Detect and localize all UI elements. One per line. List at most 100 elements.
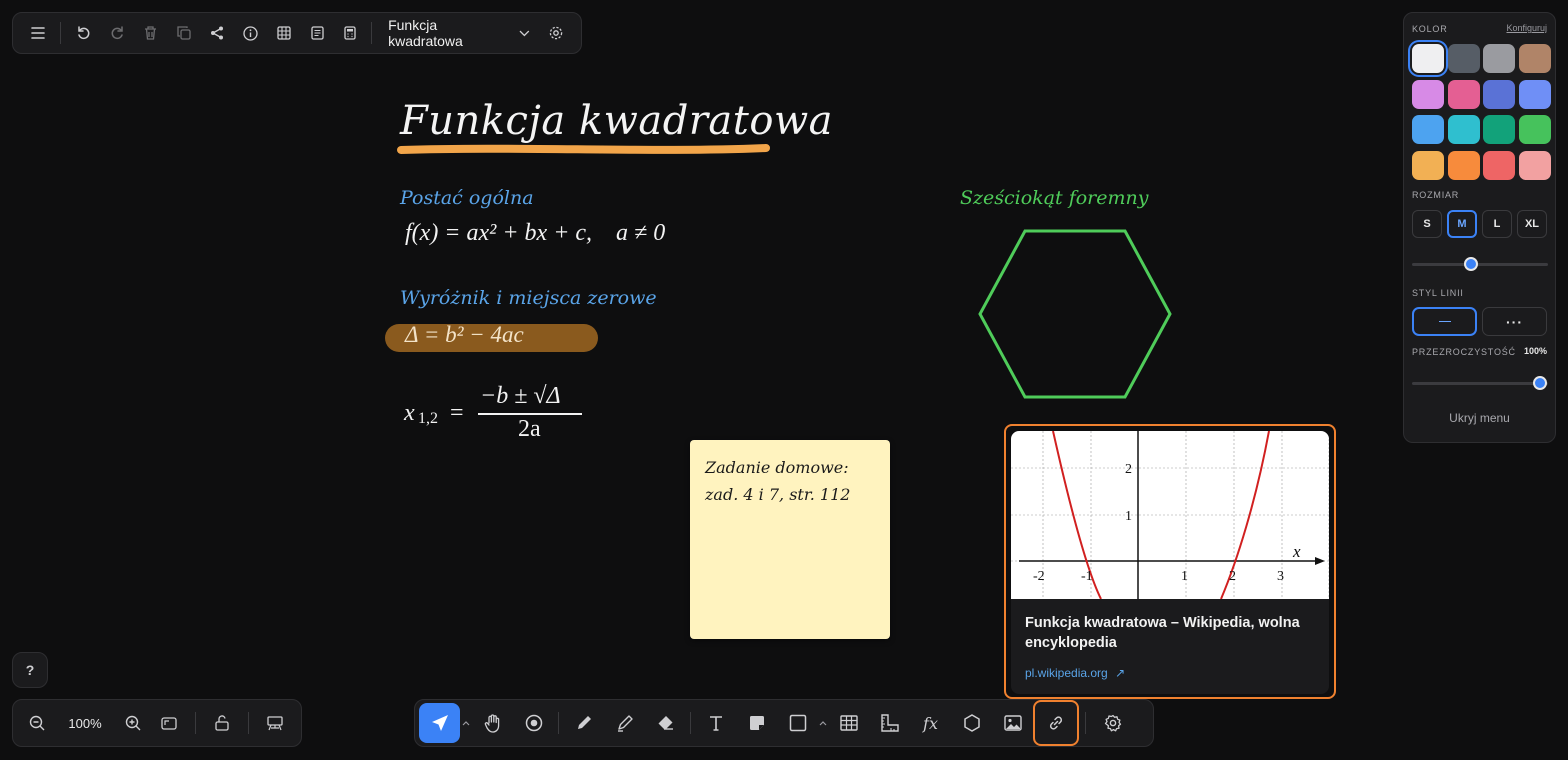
divider [195,712,196,734]
select-tool-button[interactable] [419,703,460,743]
color-swatch[interactable] [1412,44,1444,73]
table-icon[interactable] [828,703,869,743]
link-card-title: Funkcja kwadratowa – Wikipedia, wolna en… [1025,615,1300,651]
heading-general-form[interactable]: Postać ogólna [400,187,534,209]
fit-screen-icon[interactable] [151,705,187,741]
external-link-icon: ↗ [1115,666,1126,680]
help-label: ? [25,662,35,678]
zoom-out-icon[interactable] [19,705,55,741]
size-button-m[interactable]: M [1447,210,1477,238]
hexagon-shape[interactable] [975,228,1175,400]
redo-icon[interactable] [101,16,134,50]
settings-gear-icon[interactable] [1092,703,1133,743]
hand-pan-icon[interactable] [472,703,513,743]
size-button-s[interactable]: S [1412,210,1442,238]
unlock-icon[interactable] [204,705,240,741]
line-style-solid-button[interactable] [1412,307,1477,336]
graph-x-label-2: 2 [1229,569,1236,584]
zoom-in-icon[interactable] [115,705,151,741]
stroke-size-slider-knob[interactable] [1464,257,1478,271]
select-tool-chevron-icon[interactable] [460,720,472,726]
graph-y-label-2: 2 [1125,462,1132,477]
sticky-note[interactable]: Zadanie domowe: zad. 4 i 7, str. 112 [690,440,890,639]
grid-icon[interactable] [267,16,300,50]
board-title: Funkcja kwadratowa [388,17,463,49]
formula-fx-icon[interactable]: fx [910,703,951,743]
title-underline[interactable] [396,140,776,158]
board-settings-icon[interactable] [540,16,573,50]
color-swatch[interactable] [1447,115,1480,144]
opacity-slider[interactable] [1412,382,1548,385]
color-swatch[interactable] [1518,44,1551,73]
size-button-xl[interactable]: XL [1517,210,1547,238]
color-swatch[interactable] [1412,150,1444,180]
tools-toolbar: fx [414,699,1154,747]
pen-icon[interactable] [563,703,604,743]
zoom-level[interactable]: 100% [55,716,115,731]
roots-numerator: −b ± √Δ [480,383,561,409]
shape-rectangle-icon[interactable] [777,703,818,743]
trash-icon[interactable] [134,16,167,50]
help-button[interactable]: ? [12,652,48,688]
heading-hexagon[interactable]: Sześciokąt foremny [960,187,1148,209]
configure-colors-link[interactable]: Konfiguruj [1506,23,1547,33]
undo-icon[interactable] [67,16,100,50]
formula-discriminant[interactable]: Δ = b² − 4ac [405,322,524,348]
size-button-l[interactable]: L [1482,210,1512,238]
image-icon[interactable] [992,703,1033,743]
stroke-size-slider[interactable] [1412,263,1548,266]
highlighter-icon[interactable] [604,703,645,743]
heading-discriminant[interactable]: Wyróżnik i miejsca zerowe [400,287,657,309]
color-swatch[interactable] [1518,79,1551,109]
link-card-domain: pl.wikipedia.org [1025,666,1108,680]
color-swatch[interactable] [1412,79,1444,109]
fraction-bar [478,413,582,415]
color-swatch[interactable] [1447,79,1480,109]
link-tool-button[interactable] [1033,700,1079,746]
graph-x-label-3: 3 [1277,569,1284,584]
hexagon-shape-icon[interactable] [951,703,992,743]
menu-icon[interactable] [21,16,54,50]
sticky-note-line-2: zad. 4 i 7, str. 112 [705,485,851,504]
text-tool-icon[interactable] [695,703,736,743]
sticky-note-icon[interactable] [736,703,777,743]
formula-general-form[interactable]: f(x) = ax² + bx + c, a ≠ 0 [405,220,665,247]
roots-variable: x [404,400,415,426]
line-style-dotted-button[interactable]: ··· [1482,307,1547,336]
share-icon[interactable] [201,16,234,50]
hide-menu-button[interactable]: Ukryj menu [1404,411,1555,425]
color-swatch[interactable] [1412,115,1444,144]
color-swatch[interactable] [1483,79,1515,109]
color-swatch[interactable] [1518,115,1551,144]
ruler-icon[interactable] [869,703,910,743]
duplicate-icon[interactable] [167,16,200,50]
link-card-url[interactable]: pl.wikipedia.org ↗ [1025,666,1125,680]
eraser-icon[interactable] [645,703,686,743]
info-icon[interactable] [234,16,267,50]
board-title-dropdown[interactable]: Funkcja kwadratowa [380,17,538,49]
main-title[interactable]: Funkcja kwadratowa [400,98,833,144]
color-swatch[interactable] [1447,150,1480,180]
graph-x-label-neg2: -2 [1033,569,1045,584]
color-swatch[interactable] [1483,44,1515,73]
link-card[interactable]: -2 -1 1 2 3 2 1 x Funkcja kwadratowa – W… [1004,424,1336,699]
color-swatch[interactable] [1483,115,1515,144]
graph-x-label-1: 1 [1181,569,1188,584]
link-card-inner: -2 -1 1 2 3 2 1 x Funkcja kwadratowa – W… [1011,431,1329,694]
formula-roots[interactable]: x 1,2 = −b ± √Δ 2a [404,380,594,444]
color-swatch[interactable] [1483,150,1515,180]
divider [248,712,249,734]
notes-icon[interactable] [300,16,333,50]
line-style-label: STYL LINII [1412,288,1464,298]
roots-equals: = [450,400,464,426]
solid-line-icon [1438,320,1451,323]
shape-tool-chevron-icon[interactable] [818,720,828,726]
presentation-icon[interactable] [257,705,293,741]
calculator-icon[interactable] [334,16,367,50]
laser-pointer-icon[interactable] [513,703,554,743]
color-swatch[interactable] [1447,44,1480,73]
opacity-slider-knob[interactable] [1533,376,1547,390]
dotted-line-icon: ··· [1506,313,1523,330]
color-swatch[interactable] [1518,150,1551,180]
graph-y-label-1: 1 [1125,509,1132,524]
